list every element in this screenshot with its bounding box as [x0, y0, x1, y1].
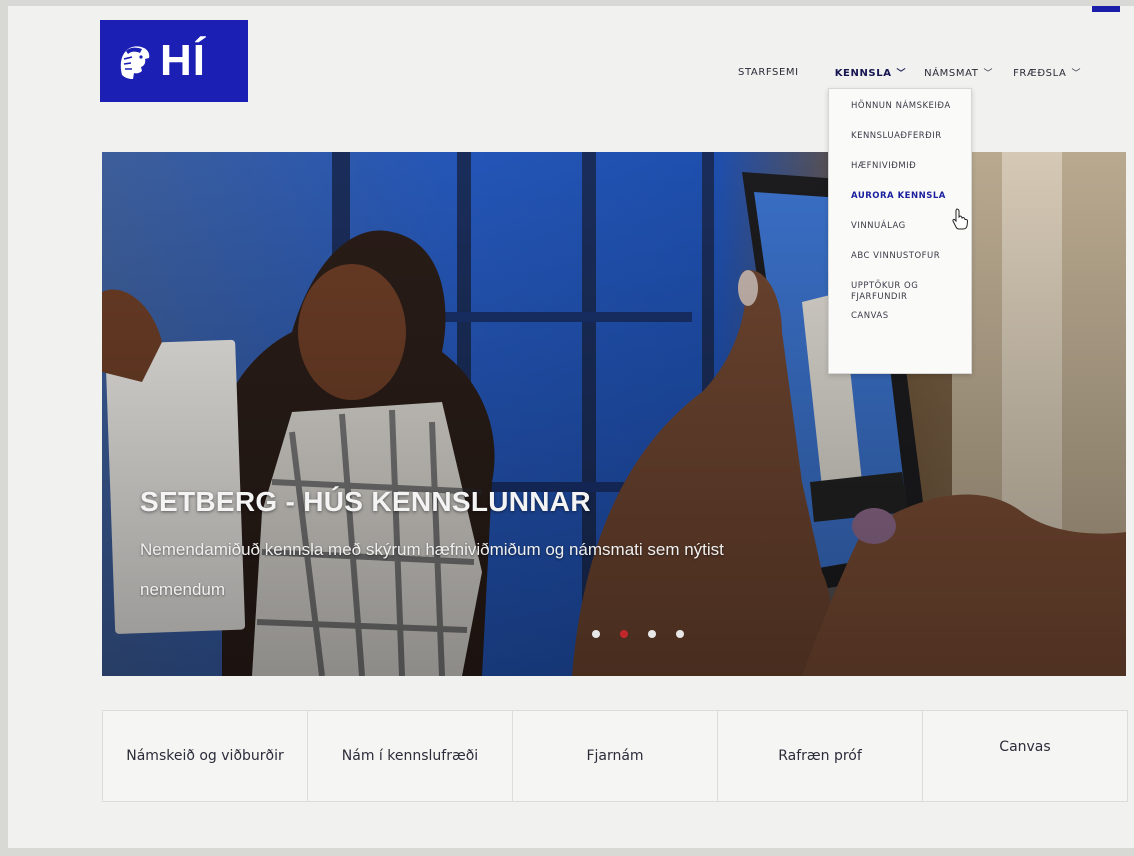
- menu-item-canvas[interactable]: CANVAS: [851, 311, 961, 333]
- carousel-dot[interactable]: [592, 630, 600, 638]
- menu-item-upptokur-og-fjarfundir[interactable]: UPPTÖKUR OG FJARFUNDIR: [851, 281, 961, 303]
- browser-viewport: HÍ STARFSEMI KENNSLA ﹀ NÁMSMAT ﹀ FRÆÐSLA ﹀: [8, 6, 1134, 848]
- nav-item-label: NÁMSMAT: [924, 68, 979, 79]
- nav-item-namsmat[interactable]: NÁMSMAT ﹀: [924, 62, 993, 83]
- nav-item-starfsemi[interactable]: STARFSEMI: [738, 63, 799, 82]
- nav-item-label: STARFSEMI: [738, 67, 799, 78]
- carousel-pagination: [592, 630, 684, 638]
- menu-item-haefnividmid[interactable]: HÆFNIVIÐMIÐ: [851, 161, 961, 183]
- menu-item-abc-vinnustofur[interactable]: ABC VINNUSTOFUR: [851, 251, 961, 273]
- nav-item-label: KENNSLA: [834, 68, 892, 79]
- hero-title: SETBERG - HÚS KENNSLUNNAR: [140, 486, 591, 517]
- carousel-dot[interactable]: [648, 630, 656, 638]
- quick-link-fjarnam[interactable]: Fjarnám: [513, 711, 718, 801]
- menu-item-aurora-kennsla[interactable]: AURORA KENNSLA: [851, 191, 961, 213]
- hero-carousel: SETBERG - HÚS KENNSLUNNAR Nemendamiðuð k…: [102, 152, 1126, 676]
- nav-item-fraedsla[interactable]: FRÆÐSLA ﹀: [1013, 62, 1081, 83]
- nav-item-kennsla[interactable]: KENNSLA ﹀: [835, 62, 906, 83]
- carousel-dot[interactable]: [676, 630, 684, 638]
- menu-item-kennsluadferdir[interactable]: KENNSLUAÐFERÐIR: [851, 131, 961, 153]
- site-logo[interactable]: HÍ: [100, 20, 248, 102]
- quick-links-bar: Námskeið og viðburðir Nám í kennslufræði…: [102, 710, 1128, 802]
- hero-subtitle: Nemendamiðuð kennsla með skýrum hæfnivið…: [140, 540, 724, 599]
- menu-item-honnun-namskeida[interactable]: HÖNNUN NÁMSKEIÐA: [851, 101, 961, 123]
- university-crest-icon: [120, 46, 150, 79]
- main-navigation: STARFSEMI KENNSLA ﹀ NÁMSMAT ﹀ FRÆÐSLA ﹀: [738, 62, 1134, 83]
- nav-item-label: FRÆÐSLA: [1013, 68, 1067, 79]
- menu-item-vinnualag[interactable]: VINNUÁLAG: [851, 221, 961, 243]
- quick-link-namskeid-og-vidburdir[interactable]: Námskeið og viðburðir: [103, 711, 308, 801]
- quick-link-rafraen-prof[interactable]: Rafræn próf: [718, 711, 923, 801]
- carousel-dot-active[interactable]: [620, 630, 628, 638]
- hand-pointer-icon: [952, 208, 968, 230]
- chevron-down-icon: ﹀: [1071, 69, 1082, 79]
- logo-wordmark: HÍ: [160, 36, 206, 85]
- edge-element: [1092, 6, 1120, 12]
- chevron-down-icon: ﹀: [896, 69, 907, 79]
- quick-link-canvas[interactable]: Canvas: [923, 711, 1127, 801]
- chevron-down-icon: ﹀: [983, 69, 994, 79]
- quick-link-nam-i-kennslufraedi[interactable]: Nám í kennslufræði: [308, 711, 513, 801]
- kennsla-dropdown-menu: HÖNNUN NÁMSKEIÐA KENNSLUAÐFERÐIR HÆFNIVI…: [828, 88, 972, 374]
